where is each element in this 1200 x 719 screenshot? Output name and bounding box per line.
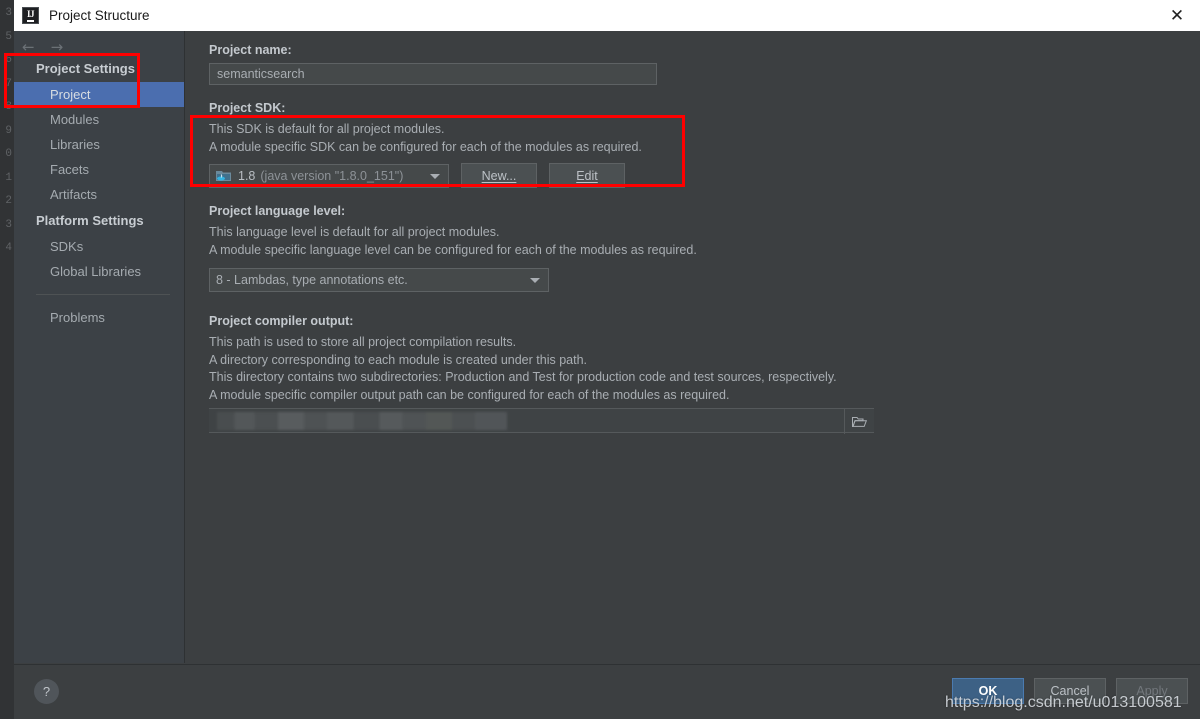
java-sdk-folder-icon [216,170,231,181]
chevron-down-icon [430,173,440,179]
project-sdk-section: Project SDK: This SDK is default for all… [209,101,1200,188]
compiler-output-description-line4: A module specific compiler output path c… [209,387,730,402]
language-level-label: Project language level: [209,204,346,218]
language-level-description-line2: A module specific language level can be … [209,242,697,257]
close-icon[interactable]: ✕ [1154,0,1200,31]
edit-sdk-button-label: Edit [576,168,598,183]
project-sdk-controls: 1.8 (java version "1.8.0_151") New... Ed… [209,163,1200,188]
sidebar-item-problems[interactable]: Problems [14,305,184,330]
project-sdk-dropdown[interactable]: 1.8 (java version "1.8.0_151") [209,163,449,188]
editor-gutter-line-numbers: 35678901234 [0,0,14,719]
project-sdk-description-line2: A module specific SDK can be configured … [209,139,642,154]
project-sdk-description-line1: This SDK is default for all project modu… [209,122,445,136]
language-level-description-line1: This language level is default for all p… [209,225,500,239]
new-sdk-button[interactable]: New... [461,163,537,188]
question-mark-icon[interactable]: ? [34,679,59,704]
sidebar-group-platform-settings: Platform Settings [36,213,144,228]
project-settings-pane: Project name: semanticsearch Project SDK… [185,31,1200,663]
sidebar-item-libraries[interactable]: Libraries [14,132,184,157]
project-sdk-version: 1.8 [238,168,256,183]
sidebar-item-project[interactable]: Project [14,82,184,107]
arrow-right-icon[interactable]: → [51,40,64,55]
edit-sdk-button[interactable]: Edit [549,163,625,188]
chevron-down-icon [530,278,540,283]
project-name-section: Project name: semanticsearch [209,43,1200,85]
project-sdk-label: Project SDK: [209,101,286,115]
sidebar-item-global-libraries[interactable]: Global Libraries [14,259,184,284]
project-sdk-detail: (java version "1.8.0_151") [260,168,404,183]
dialog-footer: ? OK Cancel Apply [14,664,1200,719]
folder-open-icon [852,416,867,427]
compiler-output-description-line3: This directory contains two subdirectori… [209,370,837,384]
compiler-output-description-line1: This path is used to store all project c… [209,335,517,349]
intellij-idea-logo-icon: IJ [22,7,39,24]
ok-button[interactable]: OK [952,678,1024,704]
sidebar-item-facets[interactable]: Facets [14,157,184,182]
compiler-output-browse-button[interactable] [844,409,874,434]
dialog-title: Project Structure [49,8,150,23]
project-name-label: Project name: [209,43,292,57]
arrow-left-icon[interactable]: ← [22,40,35,55]
language-level-section: Project language level: This language le… [209,204,1200,292]
sidebar-divider [36,294,170,295]
compiler-output-label: Project compiler output: [209,314,354,328]
sidebar-item-modules[interactable]: Modules [14,107,184,132]
project-name-input[interactable]: semanticsearch [209,63,657,85]
new-sdk-button-label: New... [481,168,517,183]
dialog-title-bar: IJ Project Structure ✕ [14,0,1200,31]
apply-button[interactable]: Apply [1116,678,1188,704]
compiler-output-description-line2: A directory corresponding to each module… [209,352,587,367]
sidebar-group-project-settings: Project Settings [36,61,135,76]
language-level-value: 8 - Lambdas, type annotations etc. [216,273,408,287]
compiler-output-section: Project compiler output: This path is us… [209,314,1200,434]
compiler-output-input[interactable] [209,408,874,434]
settings-sidebar: ← → Project Settings Project Modules Lib… [14,31,185,663]
cancel-button[interactable]: Cancel [1034,678,1106,704]
sidebar-navigation: ← → [14,31,184,55]
sidebar-item-artifacts[interactable]: Artifacts [14,182,184,207]
screen-root: 35678901234 IJ Project Structure ✕ ← → P… [0,0,1200,719]
project-structure-dialog: ← → Project Settings Project Modules Lib… [14,31,1200,719]
sidebar-item-sdks[interactable]: SDKs [14,234,184,259]
compiler-output-redacted-path [217,412,507,430]
dialog-action-buttons: OK Cancel Apply [952,678,1188,704]
language-level-dropdown[interactable]: 8 - Lambdas, type annotations etc. [209,268,549,292]
